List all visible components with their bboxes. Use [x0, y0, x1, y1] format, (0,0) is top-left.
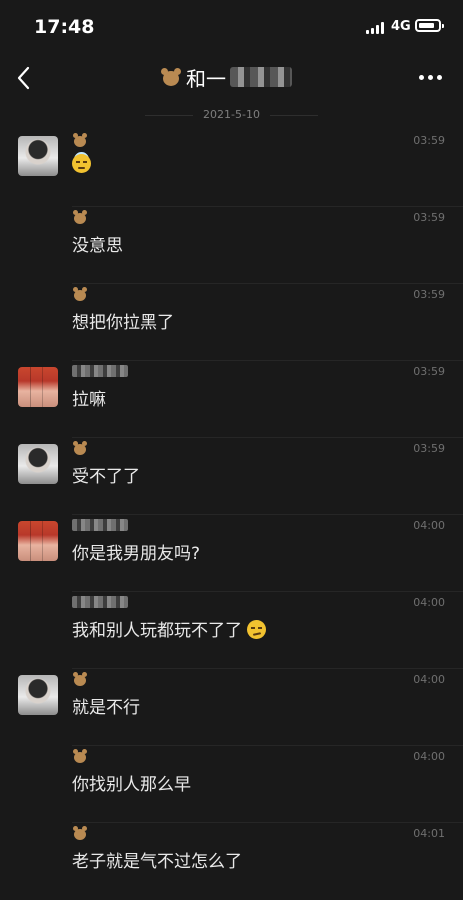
avatar[interactable]: [18, 444, 58, 484]
avatar[interactable]: [18, 136, 58, 176]
message-text: 你找别人那么早: [72, 775, 191, 795]
sender-name: [72, 363, 128, 379]
bear-emoji-icon: [160, 67, 182, 87]
bear-emoji-icon: [72, 440, 88, 456]
date-divider: 2021-5-10: [0, 108, 463, 121]
message-time: 04:00: [413, 673, 445, 686]
message-row[interactable]: 04:00 你找别人那么早: [0, 746, 463, 823]
network-type: 4G: [391, 19, 411, 34]
avatar[interactable]: [18, 367, 58, 407]
message-time: 03:59: [413, 442, 445, 455]
message-text: 拉嘛: [72, 390, 106, 410]
bear-emoji-icon: [72, 209, 88, 225]
message-time: 04:00: [413, 596, 445, 609]
smiling-face-with-halo-icon: [72, 154, 91, 173]
message-text-content: 我和别人玩都玩不了了: [72, 621, 242, 641]
back-button[interactable]: [14, 64, 38, 92]
status-bar: 17:48 4G: [0, 0, 463, 56]
message-row[interactable]: 03:59 受不了了: [0, 438, 463, 515]
more-button[interactable]: [418, 66, 444, 88]
sender-name-blur: [72, 365, 128, 377]
chat-title-text: 和一: [186, 66, 226, 91]
smirking-face-icon: [247, 620, 267, 639]
message-row[interactable]: 03:59: [0, 130, 463, 207]
battery-icon: [415, 19, 444, 32]
message-time: 04:00: [413, 519, 445, 532]
message-text: [72, 154, 91, 175]
sender-name: [72, 594, 128, 610]
sender-name: [72, 209, 88, 225]
avatar[interactable]: [18, 521, 58, 561]
message-time: 03:59: [413, 365, 445, 378]
chat-header: 和一: [0, 56, 463, 102]
sender-name: [72, 286, 88, 302]
message-time: 03:59: [413, 288, 445, 301]
message-time: 03:59: [413, 134, 445, 147]
bear-emoji-icon: [72, 132, 88, 148]
message-text: 想把你拉黑了: [72, 313, 174, 333]
bear-emoji-icon: [72, 671, 88, 687]
sender-name-blur: [72, 519, 128, 531]
message-text: 老子就是气不过怎么了: [72, 852, 242, 872]
status-time: 17:48: [34, 16, 95, 38]
chat-title: 和一: [160, 62, 292, 92]
sender-name: [72, 748, 88, 764]
chevron-left-icon: [17, 66, 30, 90]
message-text: 就是不行: [72, 698, 140, 718]
title-blur: [230, 67, 292, 87]
message-time: 03:59: [413, 211, 445, 224]
message-row[interactable]: 03:59 没意思: [0, 207, 463, 284]
message-row[interactable]: 04:00 我和别人玩都玩不了了: [0, 592, 463, 669]
message-row[interactable]: 04:00 就是不行: [0, 669, 463, 746]
bear-emoji-icon: [72, 825, 88, 841]
sender-name: [72, 825, 88, 841]
sender-name: [72, 440, 88, 456]
message-row[interactable]: 03:59 想把你拉黑了: [0, 284, 463, 361]
message-text: 没意思: [72, 236, 123, 256]
message-row[interactable]: 04:01 老子就是气不过怎么了: [0, 823, 463, 900]
message-row[interactable]: 04:00 你是我男朋友吗?: [0, 515, 463, 592]
message-text: 你是我男朋友吗?: [72, 544, 201, 564]
sender-name: [72, 671, 88, 687]
sender-name: [72, 132, 88, 148]
message-text: 受不了了: [72, 467, 140, 487]
bear-emoji-icon: [72, 286, 88, 302]
avatar[interactable]: [18, 675, 58, 715]
sender-name: [72, 517, 128, 533]
message-time: 04:00: [413, 750, 445, 763]
message-time: 04:01: [413, 827, 445, 840]
bear-emoji-icon: [72, 748, 88, 764]
signal-icon: [366, 22, 386, 34]
message-text: 我和别人玩都玩不了了: [72, 616, 267, 641]
sender-name-blur: [72, 596, 128, 608]
message-row[interactable]: 03:59 拉嘛: [0, 361, 463, 438]
